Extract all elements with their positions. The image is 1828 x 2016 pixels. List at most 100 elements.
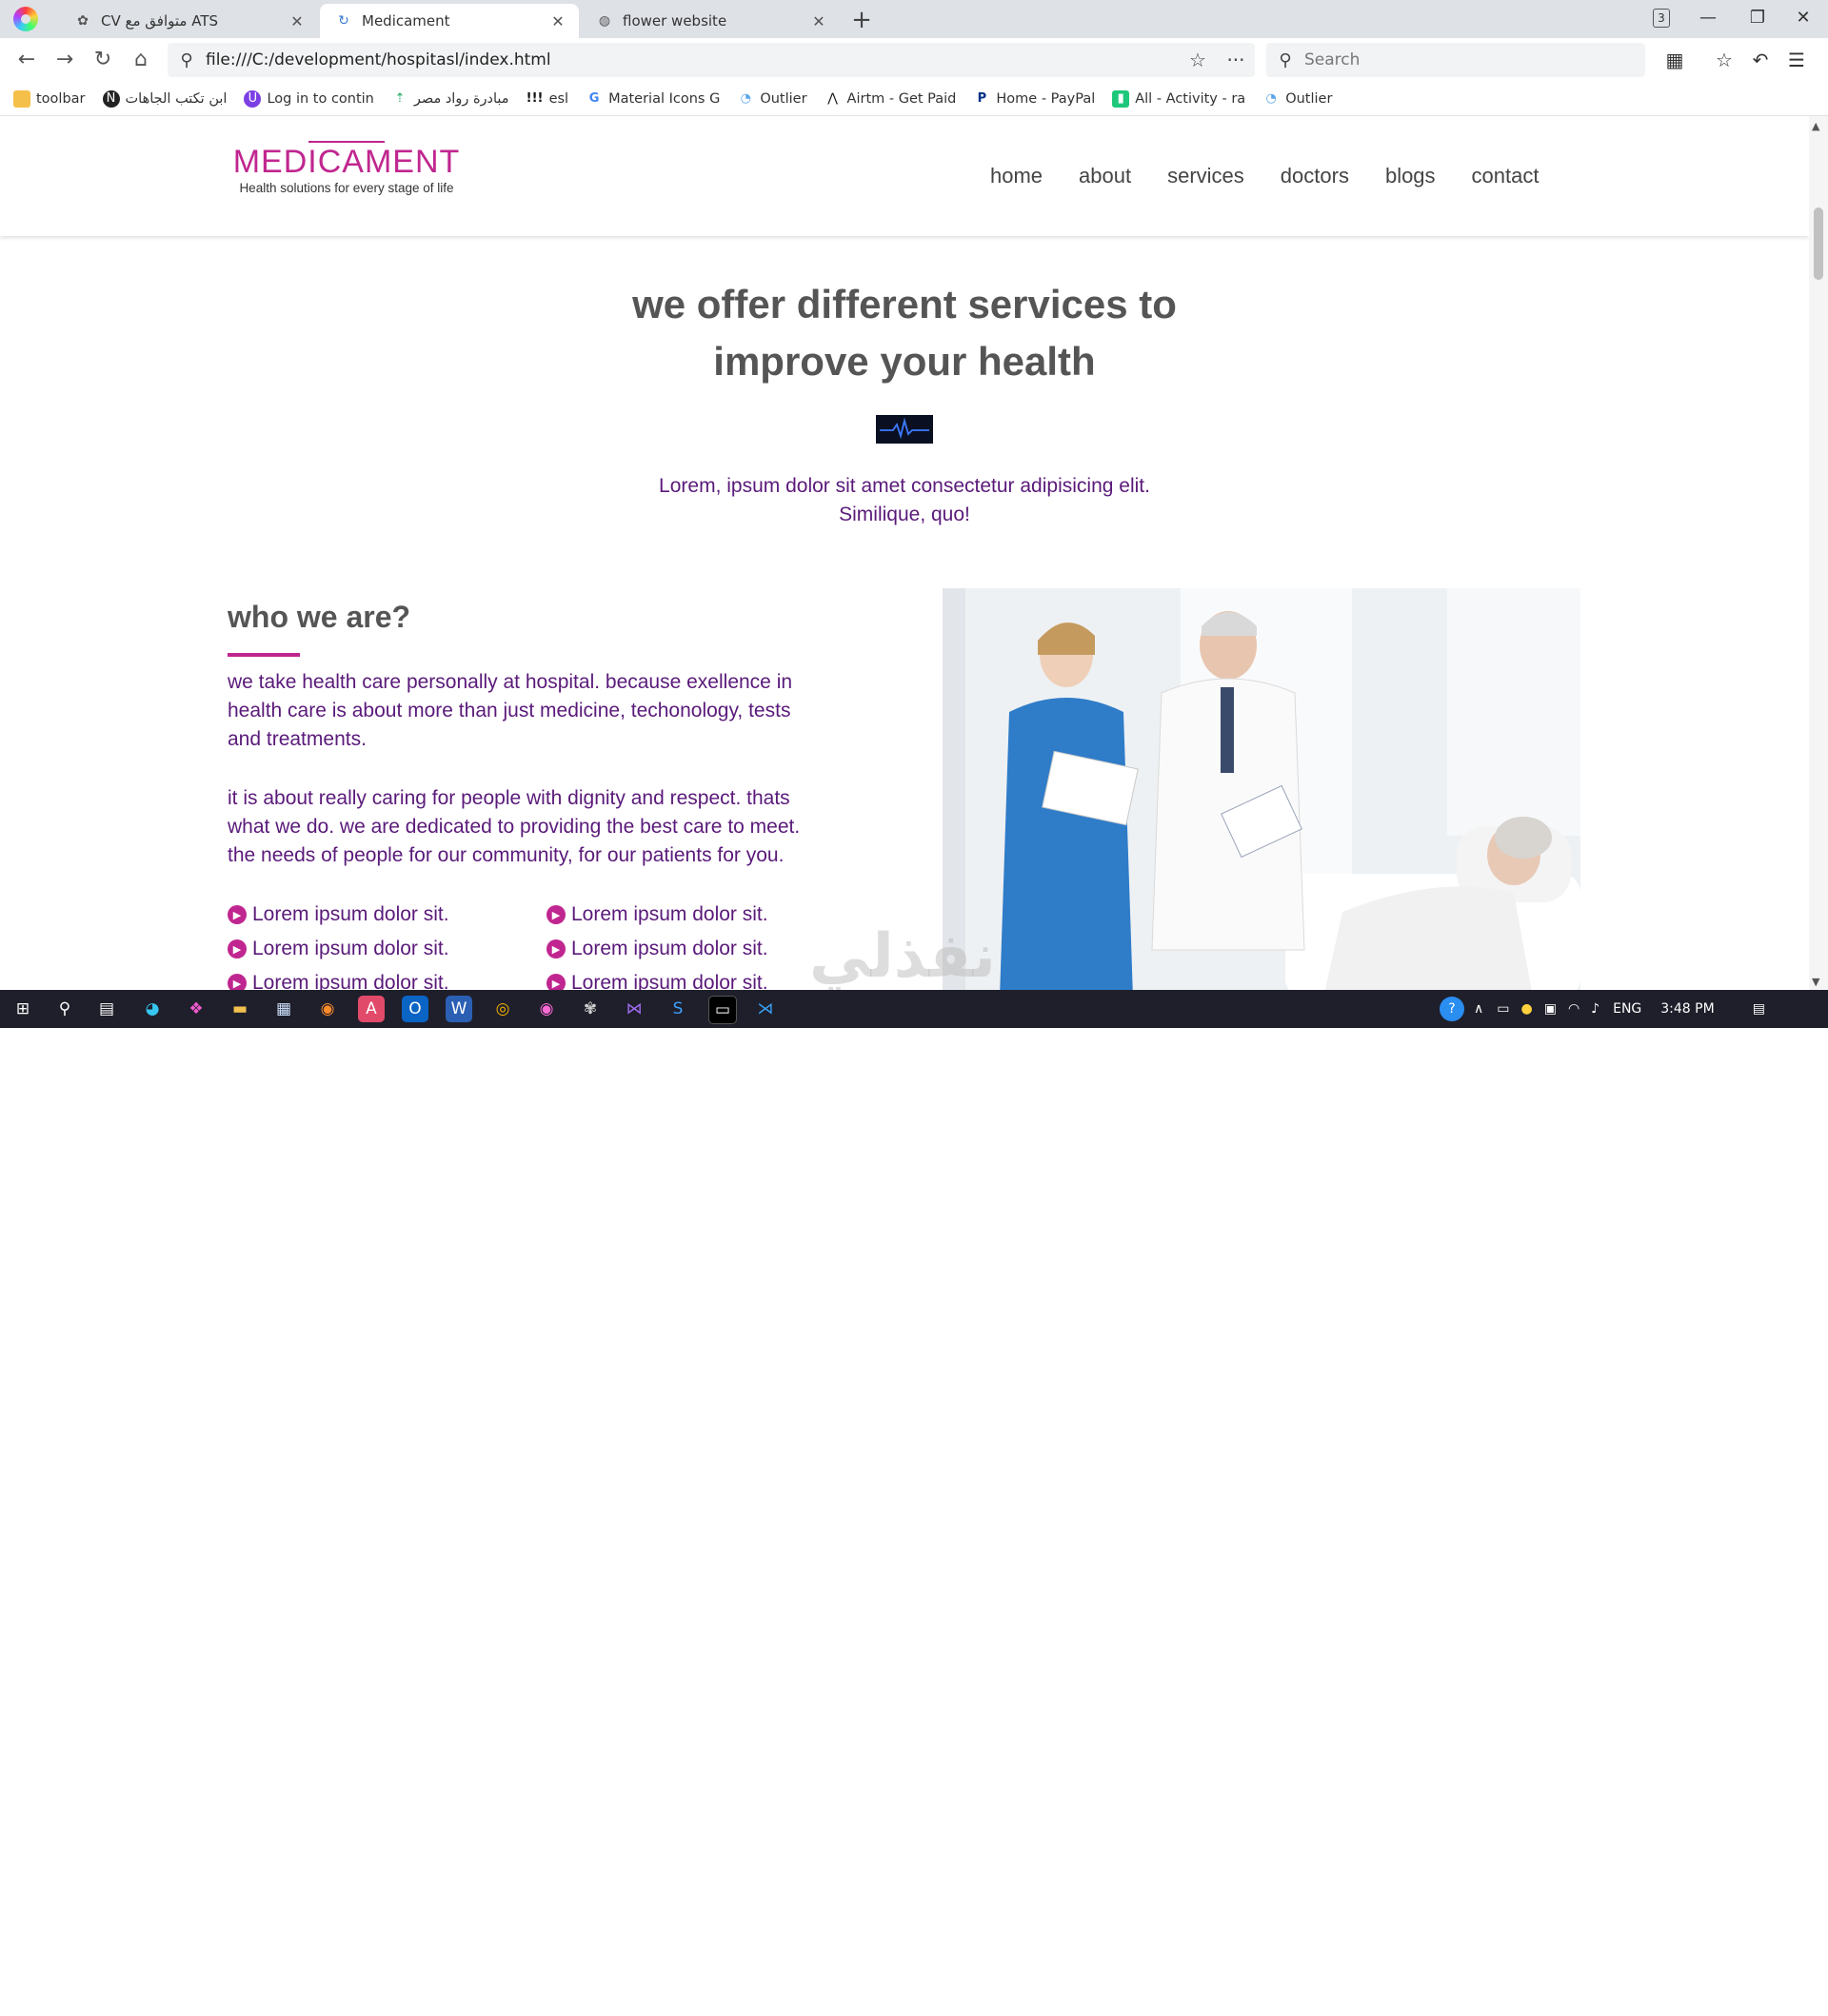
list-item: ▶ Lorem ipsum dolor sit.: [228, 969, 546, 990]
about-heading: who we are?: [228, 600, 411, 634]
language-indicator[interactable]: ENG: [1613, 1001, 1641, 1017]
help-icon[interactable]: ?: [1440, 997, 1464, 1021]
heartbeat-icon: [876, 415, 933, 444]
close-icon[interactable]: ✕: [809, 12, 828, 30]
forward-button[interactable]: →: [50, 46, 80, 74]
tab-cv-ats[interactable]: ✿ CV متوافق مع ATS ✕: [59, 4, 318, 38]
more-options-icon[interactable]: ···: [1217, 49, 1255, 71]
search-bar[interactable]: ⚲ Search: [1266, 43, 1645, 77]
bookmark-item[interactable]: ▮ All - Activity - ra: [1112, 89, 1245, 108]
bookmark-item[interactable]: N ابن تكتب الجاهات: [102, 89, 227, 108]
browser-logo-icon[interactable]: [13, 7, 38, 31]
terminal-icon[interactable]: ▭: [708, 996, 737, 1024]
close-window-button[interactable]: ✕: [1778, 0, 1828, 38]
browser-taskbar-icon[interactable]: ◉: [533, 996, 560, 1022]
site-logo[interactable]: MEDICAMENT Health solutions for every st…: [232, 141, 461, 195]
notifications-icon[interactable]: ▤: [1753, 1001, 1765, 1017]
battery-icon[interactable]: ▭: [1497, 1001, 1509, 1017]
home-button[interactable]: ⌂: [126, 46, 156, 74]
nav-services[interactable]: services: [1167, 164, 1244, 188]
tab-count-badge[interactable]: 3: [1653, 9, 1670, 28]
wifi-icon[interactable]: ◠: [1568, 1001, 1580, 1017]
store-icon[interactable]: ▦: [270, 996, 297, 1022]
clock[interactable]: 3:48 PM: [1660, 1001, 1714, 1017]
chrome-icon[interactable]: ◎: [489, 996, 516, 1022]
close-icon[interactable]: ✕: [548, 12, 567, 30]
taskbar: ⊞ ⚲ ▤ ◕ ❖ ▬ ▦ ◉ A O W ◎ ◉ ✾ ⋈ S ▭ ⋊ nafe…: [0, 990, 1828, 2015]
play-circle-icon: ▶: [546, 939, 566, 959]
list-item: ▶ Lorem ipsum dolor sit.: [228, 935, 546, 963]
play-circle-icon: ▶: [546, 974, 566, 990]
file-explorer-icon[interactable]: ▬: [227, 996, 253, 1022]
word-icon[interactable]: W: [446, 996, 472, 1022]
copilot-icon[interactable]: ❖: [183, 996, 209, 1022]
page-scrollbar[interactable]: ▲ ▼: [1809, 116, 1828, 990]
address-bar[interactable]: ⚲ file:///C:/development/hospitasl/index…: [168, 43, 1255, 77]
brand-tagline: Health solutions for every stage of life: [239, 180, 454, 195]
scroll-up-icon[interactable]: ▲: [1812, 120, 1819, 132]
bookmark-label: Outlier: [1285, 90, 1333, 107]
watermark-arabic: نفذلي: [809, 921, 996, 990]
undo-icon[interactable]: ↶: [1746, 46, 1775, 74]
app-icon[interactable]: ✾: [577, 996, 604, 1022]
list-item-text: Lorem ipsum dolor sit.: [252, 938, 449, 959]
app-tray-icon[interactable]: ●: [1520, 1001, 1532, 1017]
bookmark-item[interactable]: G Material Icons G: [586, 90, 721, 108]
bookmark-item[interactable]: P Home - PayPal: [973, 90, 1096, 108]
feature-list: ▶ Lorem ipsum dolor sit. ▶ Lorem ipsum dol…: [228, 900, 837, 990]
about-paragraph-2: it is about really caring for people wit…: [228, 784, 875, 870]
nav-contact[interactable]: contact: [1472, 164, 1540, 188]
airtm-icon: ⋀: [827, 91, 838, 106]
tab-flower-website[interactable]: ◍ flower website ✕: [581, 4, 840, 38]
nav-home[interactable]: home: [990, 164, 1043, 188]
chevron-up-icon[interactable]: ∧: [1474, 1001, 1483, 1017]
bookmark-item[interactable]: ⇡ مبادرة رواد مصر: [391, 90, 508, 108]
about-p1-line3: and treatments.: [228, 728, 367, 750]
menu-icon[interactable]: ☰: [1782, 46, 1811, 74]
site-header: MEDICAMENT Health solutions for every st…: [0, 116, 1809, 236]
bookmark-item[interactable]: U Log in to contin: [244, 89, 374, 108]
url-text[interactable]: file:///C:/development/hospitasl/index.h…: [206, 50, 1179, 69]
restore-button[interactable]: ❐: [1733, 0, 1782, 38]
acrobat-icon[interactable]: A: [358, 996, 385, 1022]
edge-icon[interactable]: ◕: [139, 996, 166, 1022]
favorites-list-icon[interactable]: ☆: [1710, 46, 1739, 74]
firefox-icon[interactable]: ◉: [314, 996, 341, 1022]
about-p2-line1: it is about really caring for people wit…: [228, 787, 790, 809]
paypal-icon: P: [977, 91, 987, 106]
bookmark-toolbar[interactable]: ▬ toolbar: [13, 89, 86, 108]
bookmark-item[interactable]: ◔ Outlier: [737, 90, 807, 108]
close-icon[interactable]: ✕: [288, 12, 307, 30]
bookmark-item[interactable]: !!! esl: [526, 90, 569, 108]
exclaim-icon: !!!: [526, 91, 544, 106]
scroll-thumb[interactable]: [1814, 208, 1823, 280]
minimize-button[interactable]: —: [1683, 0, 1733, 38]
task-view-icon[interactable]: ▤: [93, 996, 120, 1022]
back-button[interactable]: ←: [11, 46, 42, 74]
services-title: we offer different services to improve y…: [0, 276, 1809, 390]
search-icon[interactable]: ⚲: [51, 996, 78, 1022]
new-tab-button[interactable]: +: [847, 6, 876, 34]
outlook-icon[interactable]: O: [402, 996, 428, 1022]
meet-now-icon[interactable]: ▣: [1544, 1001, 1557, 1017]
reload-button[interactable]: ↻: [88, 46, 118, 74]
nav-about[interactable]: about: [1079, 164, 1131, 188]
heading-underline: [228, 653, 300, 657]
nav-blogs[interactable]: blogs: [1385, 164, 1436, 188]
apps-grid-icon[interactable]: ▦: [1660, 46, 1689, 74]
vscode-icon[interactable]: ⋊: [752, 996, 779, 1022]
system-tray: ? ∧ ▭ ● ▣ ◠ ♪ ENG 3:48 PM ▤: [1440, 990, 1765, 1028]
bookmark-label: esl: [548, 90, 569, 107]
windows-start-icon[interactable]: ⊞: [10, 996, 36, 1022]
bookmark-star-icon[interactable]: ☆: [1179, 49, 1217, 71]
tab-medicament[interactable]: ↻ Medicament ✕: [320, 4, 579, 38]
bookmark-item[interactable]: ⋀ Airtm - Get Paid: [825, 90, 956, 108]
scroll-down-icon[interactable]: ▼: [1812, 976, 1819, 988]
app-icon[interactable]: S: [665, 996, 691, 1022]
visual-studio-icon[interactable]: ⋈: [621, 996, 647, 1022]
loading-icon: ↻: [338, 13, 349, 29]
bookmark-item[interactable]: ◔ Outlier: [1262, 90, 1333, 108]
volume-icon[interactable]: ♪: [1591, 1001, 1600, 1017]
tab-label: flower website: [623, 12, 727, 30]
nav-doctors[interactable]: doctors: [1281, 164, 1349, 188]
